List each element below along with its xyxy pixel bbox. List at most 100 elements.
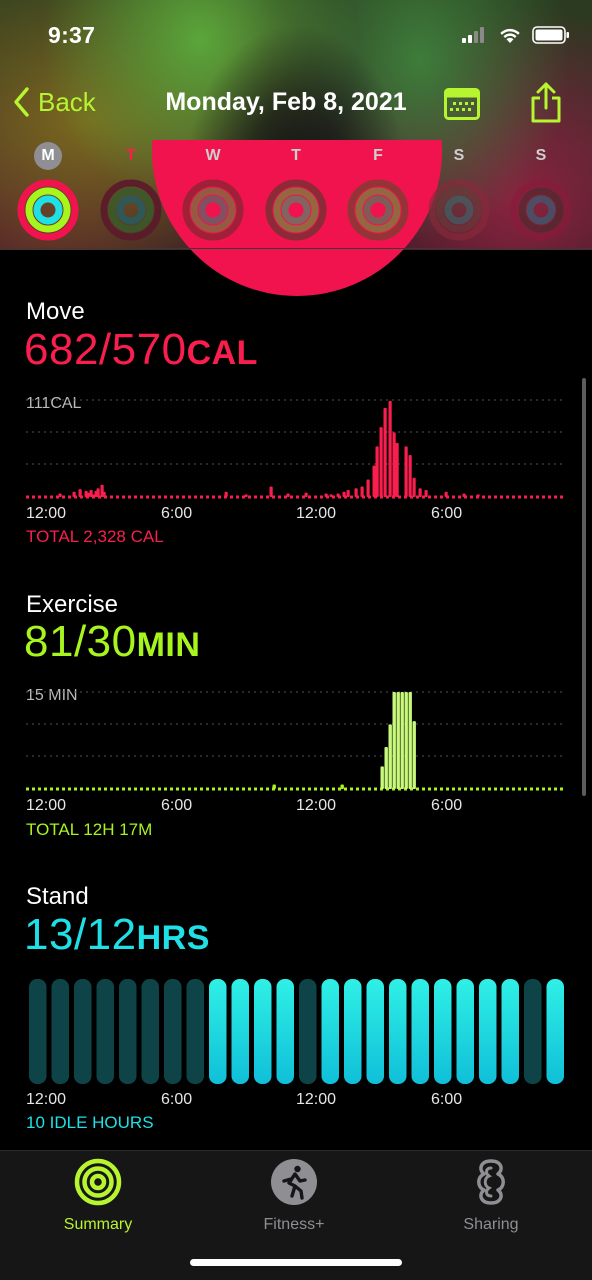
share-icon	[531, 82, 561, 123]
x-tick-label: 6:00	[431, 505, 463, 522]
exercise-bar	[404, 692, 408, 789]
move-bar	[91, 494, 95, 497]
stand-hour-bar	[231, 979, 249, 1084]
home-indicator[interactable]	[190, 1259, 402, 1266]
move-bar	[375, 446, 379, 497]
day-activity-rings-icon	[265, 179, 327, 241]
tab-summary[interactable]: Summary	[33, 1157, 163, 1234]
stand-value-number: 13/12	[24, 910, 137, 959]
exercise-bar	[400, 692, 404, 789]
exercise-bar	[392, 692, 396, 789]
move-bar	[366, 479, 370, 497]
x-tick-label: 12:00	[26, 505, 67, 522]
day-6[interactable]: S	[506, 142, 576, 241]
exercise-value-unit: MIN	[136, 626, 201, 664]
move-bar	[404, 446, 408, 497]
stand-hour-bar	[524, 979, 542, 1084]
stand-hour-bar	[434, 979, 452, 1084]
move-bar	[102, 491, 106, 497]
day-activity-rings-icon	[347, 179, 409, 241]
move-bar	[354, 488, 358, 497]
move-bar	[342, 491, 346, 497]
move-bar	[324, 493, 328, 497]
calendar-button[interactable]	[444, 88, 480, 125]
stand-hour-bar	[51, 979, 69, 1084]
stand-hour-bar	[299, 979, 317, 1084]
exercise-bar	[408, 692, 412, 789]
stand-value: 13/12HRS	[24, 910, 210, 960]
exercise-bar	[380, 766, 384, 789]
cellular-signal-icon	[462, 27, 484, 43]
tab-fitness-plus-label: Fitness+	[263, 1216, 325, 1233]
move-bar	[58, 493, 62, 497]
day-letter: W	[205, 147, 221, 164]
exercise-bar	[384, 746, 388, 789]
tab-fitness-plus[interactable]: Fitness+	[229, 1157, 359, 1234]
stand-hour-bar	[389, 979, 407, 1084]
x-tick-label: 12:00	[296, 797, 337, 814]
exercise-title: Exercise	[26, 591, 119, 618]
move-bar	[392, 432, 396, 497]
move-total: TOTAL 2,328 CAL	[26, 527, 164, 546]
move-bar	[444, 491, 448, 497]
move-bar	[412, 477, 416, 497]
day-1[interactable]: T	[96, 142, 166, 241]
move-bar	[462, 493, 466, 497]
move-bar	[418, 488, 422, 497]
x-tick-label: 12:00	[296, 505, 337, 522]
week-strip: MTWTFSS	[0, 142, 592, 242]
move-bar	[395, 442, 399, 497]
tab-sharing-label: Sharing	[463, 1216, 519, 1233]
x-tick-label: 12:00	[296, 1091, 337, 1108]
stand-hour-bar	[74, 979, 92, 1084]
stand-title: Stand	[26, 883, 89, 910]
activity-rings-icon	[74, 1158, 122, 1206]
scrollbar[interactable]	[582, 378, 586, 796]
status-icons	[462, 26, 570, 44]
move-bar	[408, 455, 412, 497]
move-bar	[86, 492, 90, 497]
exercise-chart	[26, 691, 566, 791]
x-tick-label: 12:00	[26, 797, 67, 814]
stand-hour-bar	[164, 979, 182, 1084]
day-4[interactable]: F	[343, 142, 413, 241]
share-button[interactable]	[530, 82, 562, 129]
x-tick-label: 6:00	[161, 797, 193, 814]
move-bar	[372, 465, 376, 497]
stand-hour-bar	[254, 979, 272, 1084]
stand-value-unit: HRS	[136, 919, 210, 957]
move-value-unit: CAL	[186, 334, 258, 372]
day-2[interactable]: W	[178, 142, 248, 241]
day-letter: S	[453, 147, 465, 164]
exercise-value: 81/30MIN	[24, 617, 200, 667]
exercise-bar	[396, 692, 400, 789]
day-3[interactable]: T	[261, 142, 331, 241]
stand-hour-bar	[29, 979, 47, 1084]
stand-hour-bar	[119, 979, 137, 1084]
stand-hour-bar	[546, 979, 564, 1084]
sharing-icon	[477, 1159, 505, 1205]
stand-hour-bar	[96, 979, 114, 1084]
move-bar	[304, 492, 308, 497]
exercise-value-number: 81/30	[24, 617, 137, 666]
move-bar	[269, 486, 273, 497]
fitness-plus-icon	[271, 1159, 317, 1205]
day-5[interactable]: S	[424, 142, 494, 241]
stand-hour-bar	[141, 979, 159, 1084]
move-bar	[286, 493, 290, 497]
header-divider	[0, 248, 592, 249]
battery-icon	[532, 26, 569, 44]
x-tick-label: 6:00	[431, 797, 463, 814]
move-bar	[360, 486, 364, 497]
day-activity-rings-icon	[100, 179, 162, 241]
stand-hour-bar	[276, 979, 294, 1084]
day-letter: T	[291, 147, 301, 164]
x-tick-label: 12:00	[26, 1091, 67, 1108]
stand-hour-bar	[411, 979, 429, 1084]
move-title: Move	[26, 298, 85, 325]
wifi-icon	[500, 28, 520, 43]
day-activity-rings-icon	[428, 179, 490, 241]
move-chart	[26, 399, 566, 499]
day-0[interactable]: M	[13, 142, 83, 241]
tab-sharing[interactable]: Sharing	[426, 1157, 556, 1234]
